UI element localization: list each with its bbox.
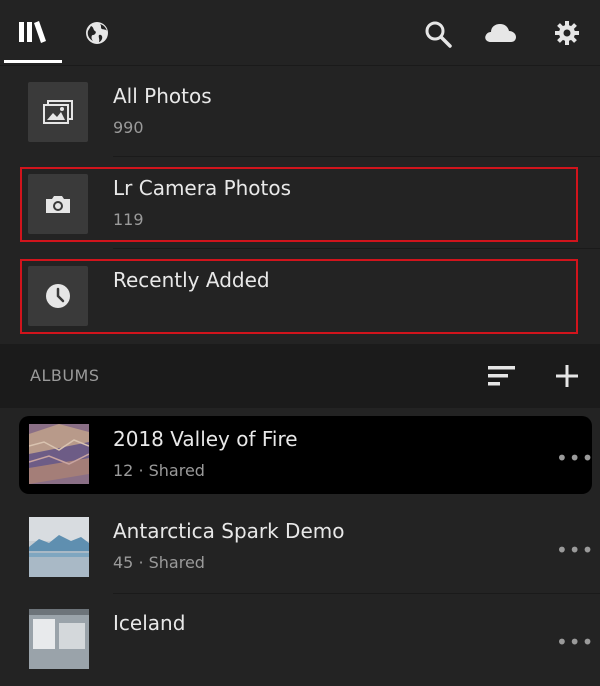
cloud-icon[interactable]	[483, 22, 517, 48]
item-count: 990	[113, 118, 144, 137]
albums-header: ALBUMS	[0, 344, 600, 408]
album-item-iceland[interactable]: Iceland •••	[0, 594, 600, 686]
albums-label: ALBUMS	[30, 366, 100, 385]
more-options-icon[interactable]: •••	[556, 538, 594, 562]
photo-icon	[28, 82, 88, 142]
album-thumbnail	[29, 609, 89, 669]
top-toolbar	[0, 0, 600, 66]
globe-icon[interactable]	[85, 21, 109, 49]
item-title: All Photos	[113, 84, 212, 108]
album-title: Antarctica Spark Demo	[113, 519, 345, 543]
album-thumbnail	[29, 517, 89, 577]
more-options-icon[interactable]: •••	[556, 630, 594, 654]
album-meta: 45 · Shared	[113, 553, 205, 572]
highlight-box-camera-photos	[20, 167, 578, 242]
sort-icon[interactable]	[488, 366, 516, 390]
add-album-icon[interactable]	[556, 365, 578, 391]
album-thumbnail	[29, 424, 89, 484]
album-item-valley-of-fire[interactable]: 2018 Valley of Fire 12 · Shared •••	[19, 416, 594, 494]
album-title: Iceland	[113, 611, 186, 635]
active-tab-indicator	[4, 60, 62, 63]
gear-icon[interactable]	[555, 21, 579, 49]
more-options-icon[interactable]: •••	[556, 446, 594, 470]
album-title: 2018 Valley of Fire	[113, 427, 298, 451]
highlight-box-recently-added	[20, 259, 578, 334]
search-icon[interactable]	[424, 20, 452, 52]
album-meta: 12 · Shared	[113, 461, 205, 480]
library-item-all-photos[interactable]: All Photos 990	[0, 65, 600, 157]
album-item-antarctica[interactable]: Antarctica Spark Demo 45 · Shared •••	[0, 502, 600, 594]
library-icon[interactable]	[18, 20, 46, 48]
